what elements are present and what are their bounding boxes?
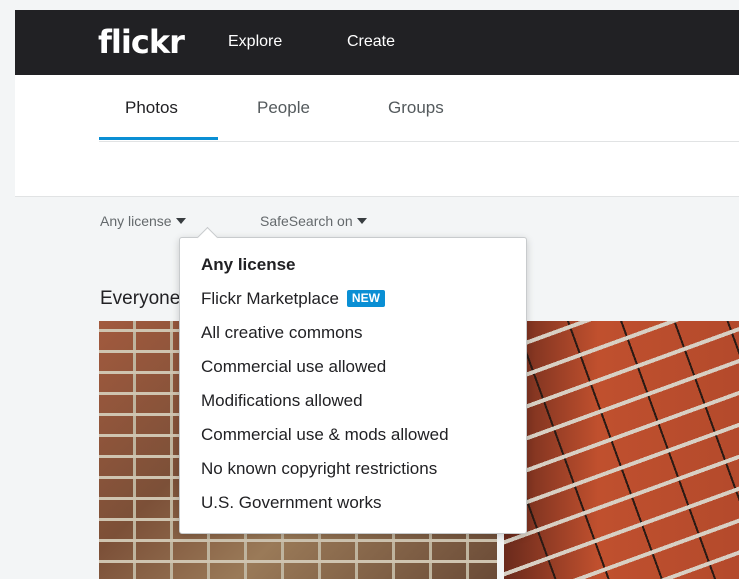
license-option-label: No known copyright restrictions [201,459,438,478]
active-tab-indicator [99,137,218,140]
dropdown-pointer [196,226,219,249]
license-option-us-gov[interactable]: U.S. Government works [201,492,381,514]
license-option-commercial-mods[interactable]: Commercial use & mods allowed [201,424,449,446]
license-option-label: Modifications allowed [201,391,363,410]
license-option-label: Commercial use & mods allowed [201,425,449,444]
tab-photos[interactable]: Photos [125,97,178,119]
top-navigation-bar: flickr Explore Create [15,10,739,75]
license-option-label: Commercial use allowed [201,357,387,376]
license-option-label: Any license [201,255,296,274]
license-option-any[interactable]: Any license [201,254,296,276]
license-filter-dropdown[interactable]: Any license [100,212,186,230]
new-badge: NEW [346,290,385,307]
flickr-logo[interactable]: flickr [98,20,185,64]
photo-thumbnail[interactable] [504,321,739,579]
caret-down-icon [175,218,186,224]
license-option-marketplace[interactable]: Flickr Marketplace NEW [201,288,385,310]
nav-explore-link[interactable]: Explore [228,31,282,53]
license-option-label: Flickr Marketplace [201,289,339,308]
page-frame: flickr Explore Create Photos People Grou… [15,10,739,579]
license-dropdown-menu: Any license Flickr Marketplace NEW All cr… [179,226,527,534]
license-option-mods[interactable]: Modifications allowed [201,390,363,412]
tab-divider [99,141,739,142]
license-filter-label: Any license [100,213,172,229]
tab-groups[interactable]: Groups [388,97,444,119]
caret-down-icon [356,218,367,224]
license-option-label: U.S. Government works [201,493,382,512]
nav-create-link[interactable]: Create [347,31,395,53]
license-option-commercial[interactable]: Commercial use allowed [201,356,386,378]
search-tabs-bar: Photos People Groups [15,75,739,197]
license-option-label: All creative commons [201,323,363,342]
tab-people[interactable]: People [257,97,310,119]
license-option-all-cc[interactable]: All creative commons [201,322,363,344]
safesearch-filter-dropdown[interactable]: SafeSearch on [260,212,367,230]
safesearch-filter-label: SafeSearch on [260,213,353,229]
license-option-no-copyright[interactable]: No known copyright restrictions [201,458,437,480]
